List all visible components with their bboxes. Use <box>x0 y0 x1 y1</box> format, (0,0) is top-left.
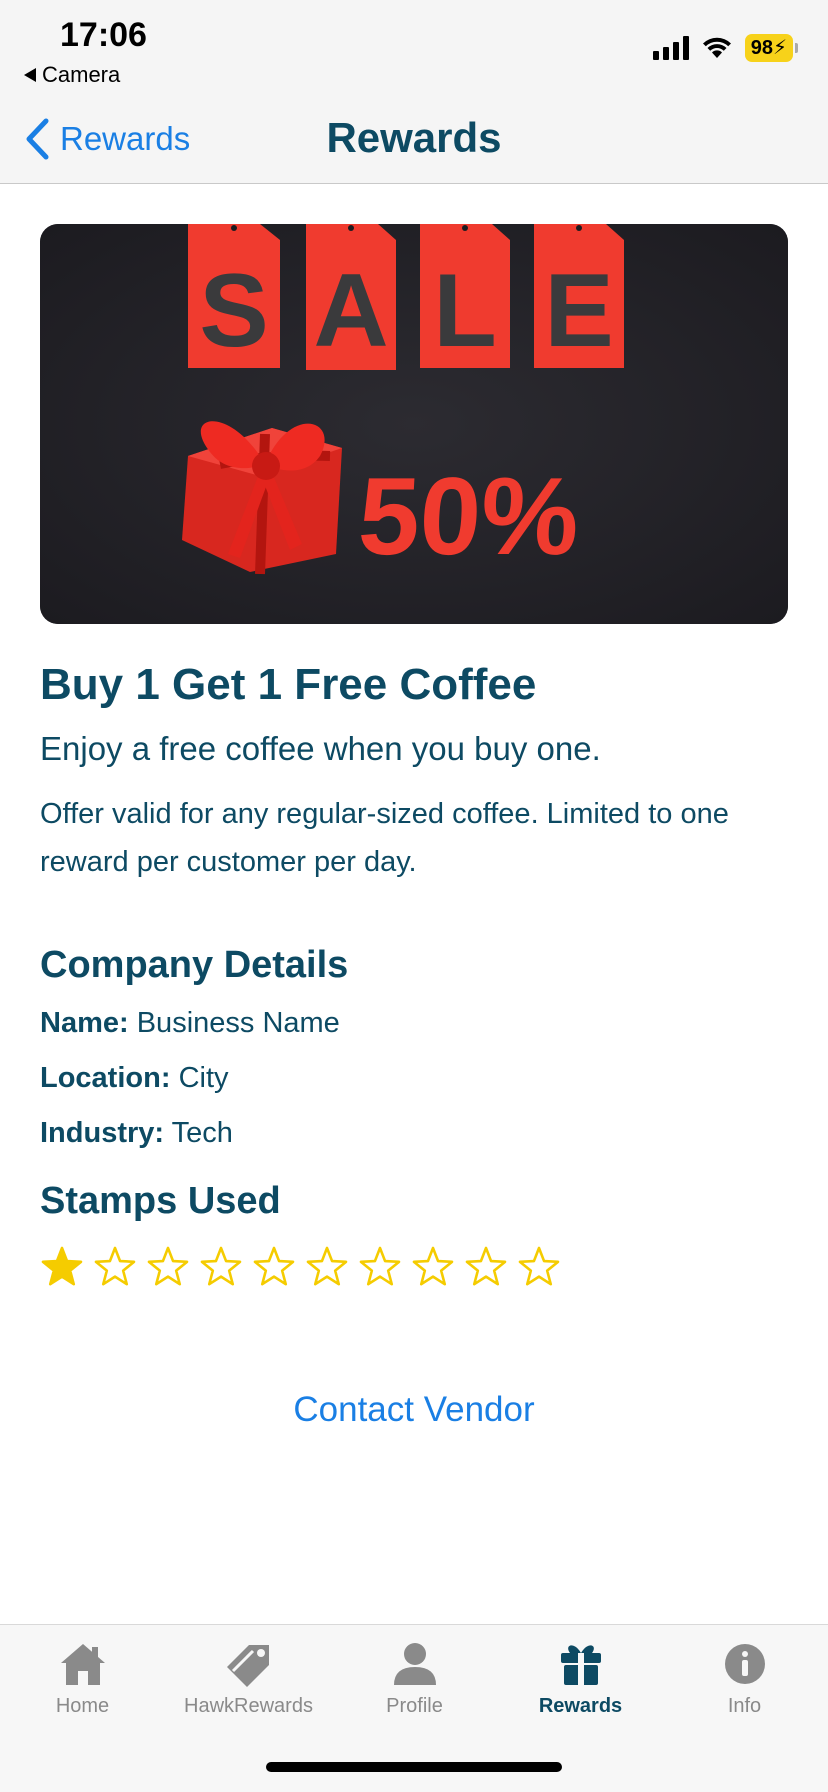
star-outline-icon <box>518 1246 560 1286</box>
discount-text: 50% <box>355 455 582 578</box>
gift-box-image <box>182 421 342 575</box>
company-name-row: Name: Business Name <box>40 1007 788 1040</box>
offer-title: Buy 1 Get 1 Free Coffee <box>40 660 537 709</box>
star-outline-icon <box>306 1246 348 1286</box>
house-icon <box>60 1644 105 1685</box>
tab-label: Home <box>55 1695 110 1717</box>
battery-indicator: 98⚡ <box>744 34 798 62</box>
battery-level: 98⚡ <box>744 34 793 62</box>
page-title: Rewards <box>326 114 502 161</box>
company-location-row: Location: City <box>40 1062 788 1095</box>
star-outline-icon <box>200 1246 242 1286</box>
contact-vendor-button[interactable]: Contact Vendor <box>0 1390 828 1430</box>
stamps-used-heading: Stamps Used <box>40 1180 281 1222</box>
return-to-app[interactable]: Camera <box>24 62 120 88</box>
wifi-icon <box>702 37 731 58</box>
company-name-value: Business Name <box>136 1007 340 1039</box>
company-industry-row: Industry: Tech <box>40 1117 788 1150</box>
person-icon <box>393 1643 436 1685</box>
home-indicator[interactable] <box>266 1762 562 1772</box>
company-name-label: Name: <box>40 1007 129 1039</box>
tag-letter: L <box>433 253 497 369</box>
offer-subtitle: Enjoy a free coffee when you buy one. <box>40 730 601 767</box>
star-outline-icon <box>147 1246 189 1286</box>
tag-letter: S <box>199 253 268 369</box>
tag-icon <box>226 1645 269 1687</box>
stamp-rating <box>40 1245 788 1289</box>
company-location-label: Location: <box>40 1062 171 1094</box>
tab-label: HawkRewards <box>184 1695 313 1717</box>
top-bar: 17:06 Camera 98⚡ Rewards Rewards <box>0 0 828 184</box>
tab-label: Info <box>727 1695 762 1717</box>
offer-description: Offer valid for any regular-sized coffee… <box>40 798 729 878</box>
sale-banner-image: S A L E 50% <box>40 224 788 624</box>
tag-letter: A <box>313 253 388 369</box>
star-outline-icon <box>359 1246 401 1286</box>
company-location-value: City <box>178 1062 229 1094</box>
tab-home[interactable]: Home <box>0 1641 165 1718</box>
star-outline-icon <box>253 1246 295 1286</box>
company-details-heading: Company Details <box>40 944 349 986</box>
star-outline-icon <box>412 1246 454 1286</box>
tab-rewards[interactable]: Rewards <box>498 1641 663 1718</box>
star-outline-icon <box>94 1246 136 1286</box>
tag-letter: E <box>544 253 613 369</box>
star-filled-icon <box>41 1246 83 1286</box>
gift-icon <box>560 1645 601 1685</box>
status-time: 17:06 <box>60 16 147 54</box>
sale-illustration: S A L E 50% <box>40 224 788 624</box>
company-industry-label: Industry: <box>40 1117 165 1149</box>
star-outline-icon <box>465 1246 507 1286</box>
status-indicators: 98⚡ <box>652 34 798 62</box>
tab-profile[interactable]: Profile <box>332 1641 497 1718</box>
tab-info[interactable]: Info <box>662 1641 827 1718</box>
info-icon <box>724 1644 765 1684</box>
reward-details: Buy 1 Get 1 Free Coffee Enjoy a free cof… <box>40 660 788 1289</box>
return-app-label: Camera <box>42 62 121 87</box>
back-triangle-icon <box>24 68 36 82</box>
tab-label: Profile <box>386 1695 443 1717</box>
company-industry-value: Tech <box>171 1117 233 1149</box>
tab-label: Rewards <box>538 1695 623 1717</box>
tab-hawkrewards[interactable]: HawkRewards <box>166 1641 331 1718</box>
cellular-signal-icon <box>652 36 689 60</box>
